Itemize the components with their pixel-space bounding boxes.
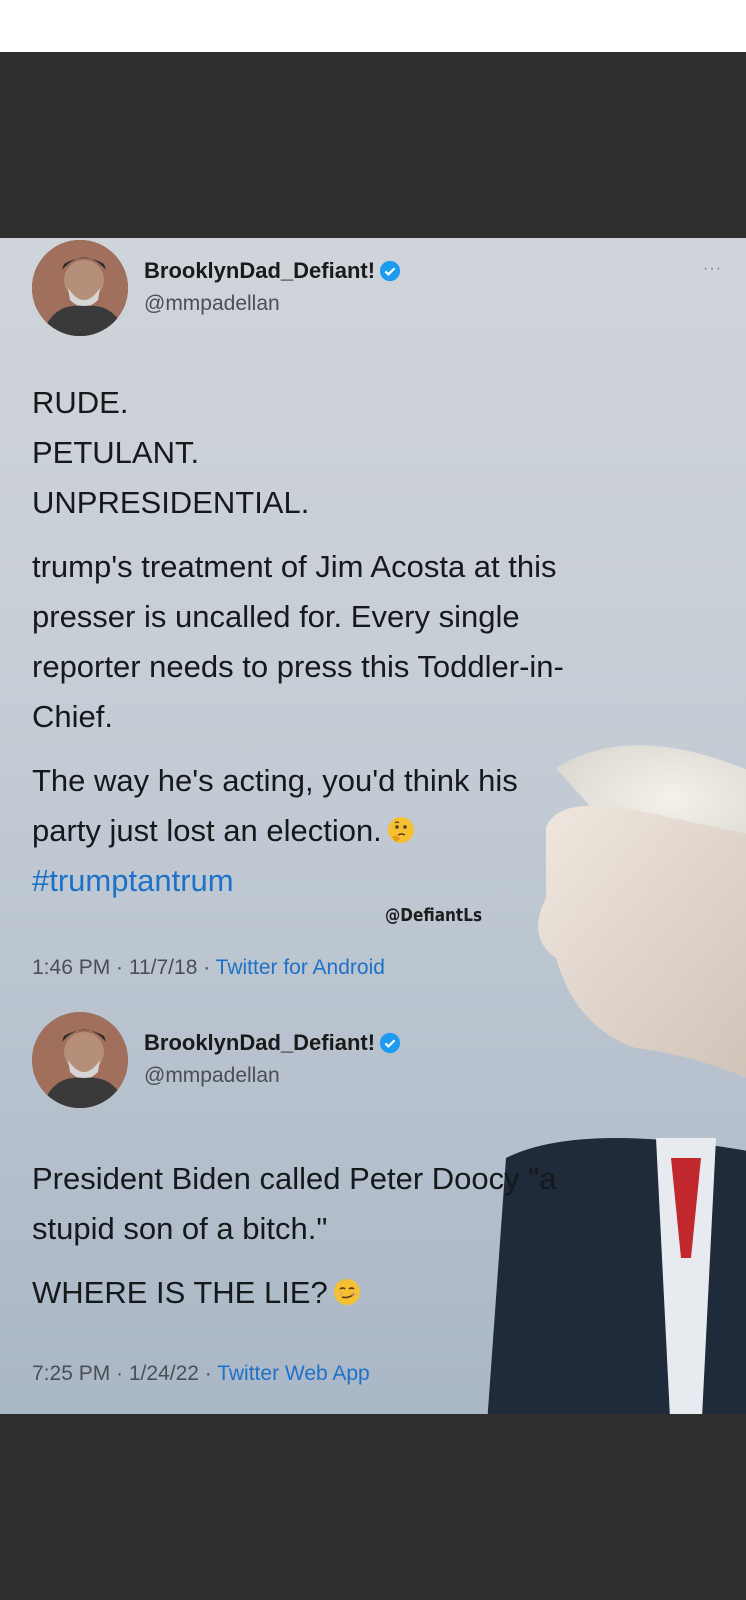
tweet-text-line: reporter needs to press this Toddler-in- xyxy=(32,649,564,684)
source-app-link[interactable]: Twitter Web App xyxy=(217,1362,370,1385)
tweet-text-line: RUDE. xyxy=(32,385,129,420)
bottom-dark-band xyxy=(0,1414,746,1600)
tweet-text-line: Chief. xyxy=(32,699,113,734)
verified-badge-icon xyxy=(379,1032,401,1054)
handle[interactable]: @mmpadellan xyxy=(144,1064,280,1088)
tweet-text-line: stupid son of a bitch." xyxy=(32,1211,328,1246)
top-dark-band xyxy=(0,52,746,238)
display-name[interactable]: BrooklynDad_Defiant! xyxy=(144,1030,401,1056)
meme-image: BrooklynDad_Defiant! @mmpadellan ··· RUD… xyxy=(0,238,746,1414)
more-options-icon[interactable]: ··· xyxy=(703,260,722,278)
tweet-text-line: The way he's acting, you'd think his xyxy=(32,763,518,798)
hashtag-link[interactable]: #trumptantrum xyxy=(32,856,234,906)
tweet-text-line-with-emoji: WHERE IS THE LIE? xyxy=(32,1268,362,1318)
display-name[interactable]: BrooklynDad_Defiant! xyxy=(144,258,401,284)
tweet-text-line: UNPRESIDENTIAL. xyxy=(32,485,310,520)
tweet-text-line: PETULANT. xyxy=(32,435,200,470)
tweet-timestamp: 1:46 PM · 11/7/18 · Twitter for Android xyxy=(32,956,385,979)
smirking-face-icon xyxy=(333,1279,360,1305)
handle[interactable]: @mmpadellan xyxy=(144,292,280,316)
tweet-1: BrooklynDad_Defiant! @mmpadellan ··· RUD… xyxy=(32,238,722,998)
tweet-text-line: President Biden called Peter Doocy "a xyxy=(32,1161,557,1196)
avatar[interactable] xyxy=(32,240,128,336)
top-margin xyxy=(0,0,746,52)
watermark: @DefiantLs xyxy=(385,905,483,926)
verified-badge-icon xyxy=(379,260,401,282)
tweet-2: BrooklynDad_Defiant! @mmpadellan Preside… xyxy=(32,1010,722,1414)
avatar-photo xyxy=(32,1012,128,1108)
tweet-text-line-with-emoji: party just lost an election. xyxy=(32,806,416,856)
avatar-photo xyxy=(32,240,128,336)
thinking-face-icon xyxy=(387,817,414,843)
tweet-text-line: presser is uncalled for. Every single xyxy=(32,599,520,634)
tweet-text-line: trump's treatment of Jim Acosta at this xyxy=(32,549,557,584)
tweet-timestamp: 7:25 PM · 1/24/22 · Twitter Web App xyxy=(32,1362,370,1385)
avatar[interactable] xyxy=(32,1012,128,1108)
source-app-link[interactable]: Twitter for Android xyxy=(216,956,385,979)
